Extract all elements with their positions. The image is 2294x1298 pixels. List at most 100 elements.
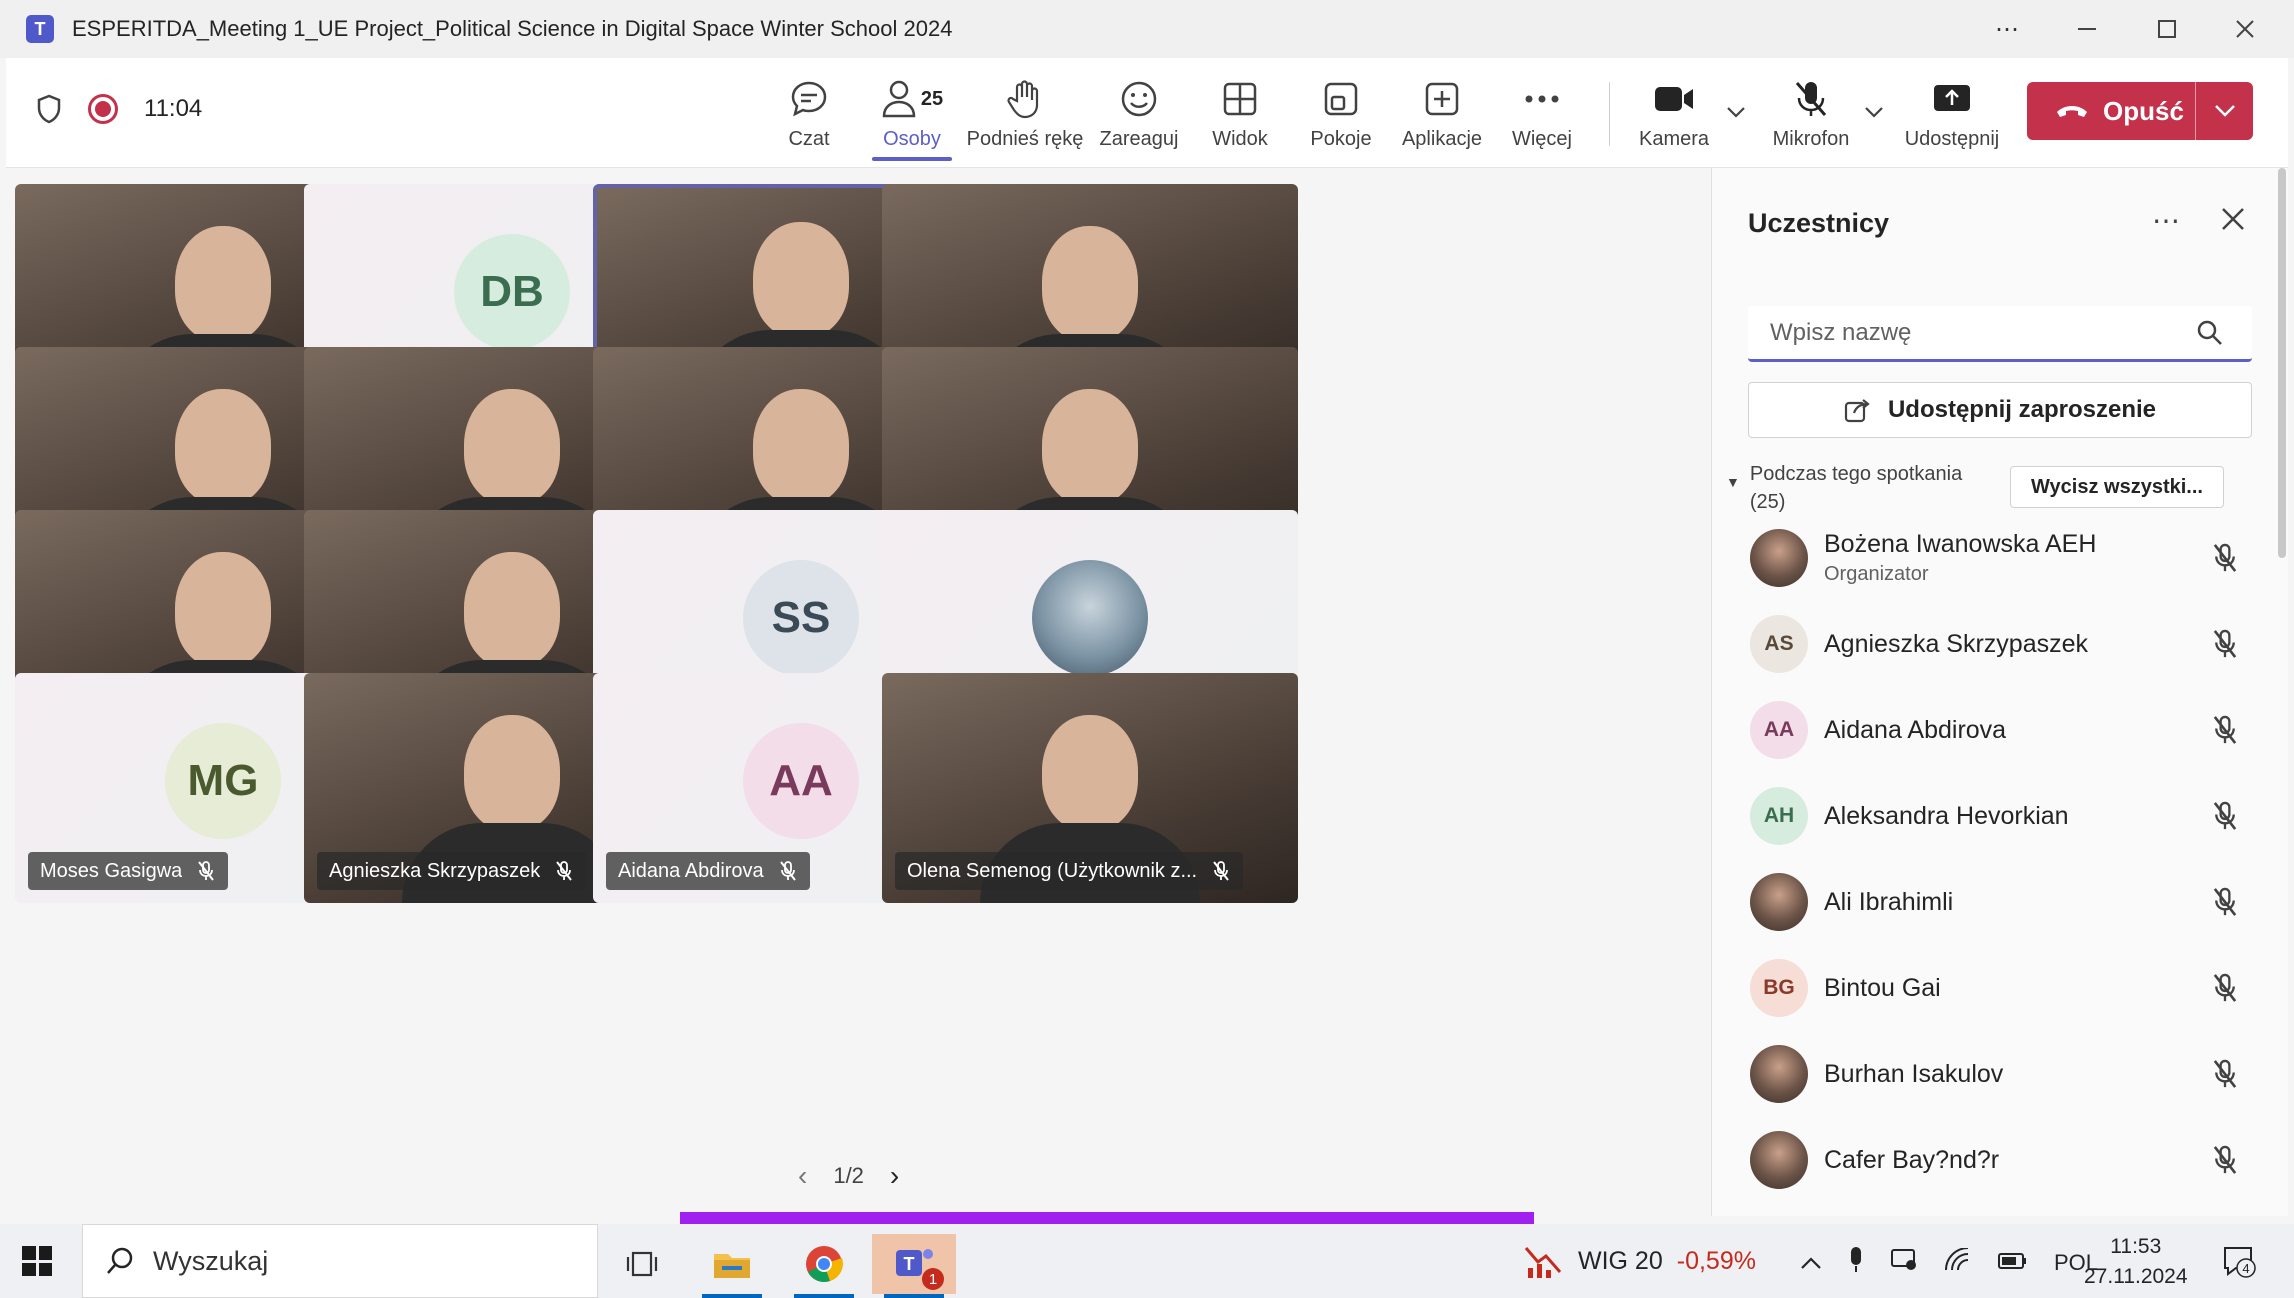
chat-icon (791, 81, 827, 117)
participant-row[interactable]: BG Bintou Gai (1750, 958, 2250, 1018)
avatar (1750, 529, 1808, 587)
camera-label: Kamera (1638, 128, 1710, 150)
share-button[interactable]: Udostępnij (1897, 76, 2007, 151)
minimize-icon (2078, 28, 2096, 30)
close-window-button[interactable] (2206, 0, 2284, 58)
participant-mic-off-icon[interactable] (2210, 1058, 2240, 1090)
window-more-icon[interactable]: ⋯ (1968, 0, 2046, 58)
participant-mic-off-icon[interactable] (2210, 972, 2240, 1004)
participant-name: Bintou Gai (1824, 973, 1941, 1002)
search-icon[interactable] (2196, 319, 2224, 347)
apps-button[interactable]: Aplikacje (1387, 76, 1497, 151)
avatar: AH (1750, 787, 1808, 845)
participant-row[interactable]: Cafer Bay?nd?r (1750, 1130, 2250, 1190)
mic-off-icon (1795, 82, 1827, 116)
leave-label: Opuść (2103, 95, 2184, 126)
panel-close-icon[interactable] (2218, 204, 2248, 234)
video-tile[interactable]: Olena Semenog (Użytkownik z... (882, 673, 1298, 903)
participant-row[interactable]: AS Agnieszka Skrzypaszek (1750, 614, 2250, 674)
participant-name: Cafer Bay?nd?r (1824, 1145, 2000, 1174)
camera-options-chevron-icon[interactable] (1726, 98, 1746, 124)
file-explorer-icon[interactable] (690, 1234, 774, 1298)
avatar: AS (1750, 615, 1808, 673)
microphone-button[interactable]: Mikrofon (1756, 76, 1866, 151)
participant-name: Agnieszka Skrzypaszek (329, 859, 541, 882)
participant-row[interactable]: Bożena Iwanowska AEH Organizator (1750, 528, 2250, 588)
chrome-icon[interactable] (782, 1234, 866, 1298)
react-button[interactable]: Zareaguj (1084, 76, 1194, 151)
mute-all-button[interactable]: Wycisz wszystki... (2010, 466, 2224, 508)
panel-scrollbar[interactable] (2278, 168, 2286, 558)
profile-photo (1032, 560, 1148, 677)
previous-page-icon[interactable]: ‹ (798, 1160, 807, 1192)
tray-battery-icon[interactable] (1998, 1249, 2028, 1277)
hand-icon (1007, 80, 1039, 119)
taskbar-search-input[interactable] (153, 1245, 573, 1277)
participants-panel: Uczestnicy ⋯ Udostępnij zaproszenie ▼ Po… (1711, 168, 2288, 1216)
participant-name: Moses Gasigwa (40, 859, 183, 882)
tile-name-label: Aidana Abdirova (606, 852, 810, 890)
clock-date: 27.11.2024 (2084, 1265, 2188, 1288)
in-meeting-section-header[interactable]: ▼ Podczas tego spotkania (25) (1726, 460, 1962, 516)
apps-label: Aplikacje (1401, 128, 1483, 150)
tray-expand-chevron-icon[interactable] (1800, 1250, 1822, 1276)
more-button[interactable]: Więcej (1487, 76, 1597, 151)
shield-icon[interactable] (36, 94, 62, 124)
mic-options-chevron-icon[interactable] (1864, 98, 1884, 124)
camera-button[interactable]: Kamera (1619, 76, 1729, 151)
participant-name: Aleksandra Hevorkian (1824, 801, 2069, 830)
minimize-button[interactable] (2048, 0, 2126, 58)
avatar: BG (1750, 959, 1808, 1017)
participant-search-input[interactable] (1770, 318, 2190, 347)
panel-more-icon[interactable]: ⋯ (2152, 204, 2182, 237)
taskbar-search (82, 1224, 598, 1298)
avatar: AA (1750, 701, 1808, 759)
participant-mic-off-icon[interactable] (2210, 714, 2240, 746)
people-button[interactable]: 25 Osoby (857, 76, 967, 161)
share-invite-button[interactable]: Udostępnij zaproszenie (1748, 382, 2252, 438)
windows-start-icon[interactable] (22, 1246, 52, 1276)
muted-mic-icon (1213, 861, 1229, 881)
participant-mic-off-icon[interactable] (2210, 628, 2240, 660)
participant-row[interactable]: Burhan Isakulov (1750, 1044, 2250, 1104)
participant-mic-off-icon[interactable] (2210, 1144, 2240, 1176)
window-title: ESPERITDA_Meeting 1_UE Project_Political… (72, 16, 953, 41)
avatar-initials: DB (454, 234, 570, 351)
rooms-label: Pokoje (1310, 128, 1372, 150)
leave-button[interactable]: Opuść (2027, 82, 2253, 140)
participant-mic-off-icon[interactable] (2210, 542, 2240, 574)
collapse-caret-icon: ▼ (1726, 474, 1740, 490)
microphone-label: Mikrofon (1772, 128, 1850, 150)
windows-taskbar: T 1 WIG 20 -0,59% POL 11:53 27.11.2024 4 (0, 1224, 2294, 1298)
participant-row[interactable]: Ali Ibrahimli (1750, 872, 2250, 932)
participant-mic-off-icon[interactable] (2210, 886, 2240, 918)
section-count: (25) (1749, 491, 1786, 513)
participant-row[interactable]: AA Aidana Abdirova (1750, 700, 2250, 760)
next-page-icon[interactable]: › (890, 1160, 899, 1192)
tray-display-icon[interactable] (1890, 1247, 1918, 1279)
taskbar-clock[interactable]: 11:53 27.11.2024 (2084, 1232, 2188, 1292)
leave-options-chevron-icon[interactable] (2196, 104, 2253, 118)
tray-mic-icon[interactable] (1848, 1246, 1864, 1280)
participant-name: Agnieszka Skrzypaszek (1824, 629, 2089, 658)
people-label: Osoby (883, 128, 941, 150)
participant-mic-off-icon[interactable] (2210, 800, 2240, 832)
rooms-button[interactable]: Pokoje (1286, 76, 1396, 151)
recording-icon (88, 94, 118, 124)
stock-widget[interactable]: WIG 20 -0,59% (1524, 1244, 1756, 1278)
stock-chart-icon (1524, 1247, 1562, 1278)
tray-wifi-icon[interactable] (1944, 1247, 1972, 1278)
task-view-icon[interactable] (600, 1234, 684, 1294)
maximize-icon (2158, 20, 2176, 38)
notification-center-icon[interactable]: 4 (2222, 1244, 2256, 1278)
maximize-button[interactable] (2128, 0, 2206, 58)
view-button[interactable]: Widok (1185, 76, 1295, 151)
teams-taskbar-icon[interactable]: T 1 (872, 1234, 956, 1298)
phone-hangup-icon (2057, 106, 2087, 117)
grid-pager: ‹ 1/2 › (798, 1160, 899, 1192)
participant-row[interactable]: AH Aleksandra Hevorkian (1750, 786, 2250, 846)
participant-name: Aidana Abdirova (1824, 715, 2007, 744)
raise-hand-button[interactable]: Podnieś rękę (967, 76, 1083, 151)
chat-button[interactable]: Czat (754, 76, 864, 151)
participant-name: Olena Semenog (Użytkownik z... (907, 859, 1198, 882)
